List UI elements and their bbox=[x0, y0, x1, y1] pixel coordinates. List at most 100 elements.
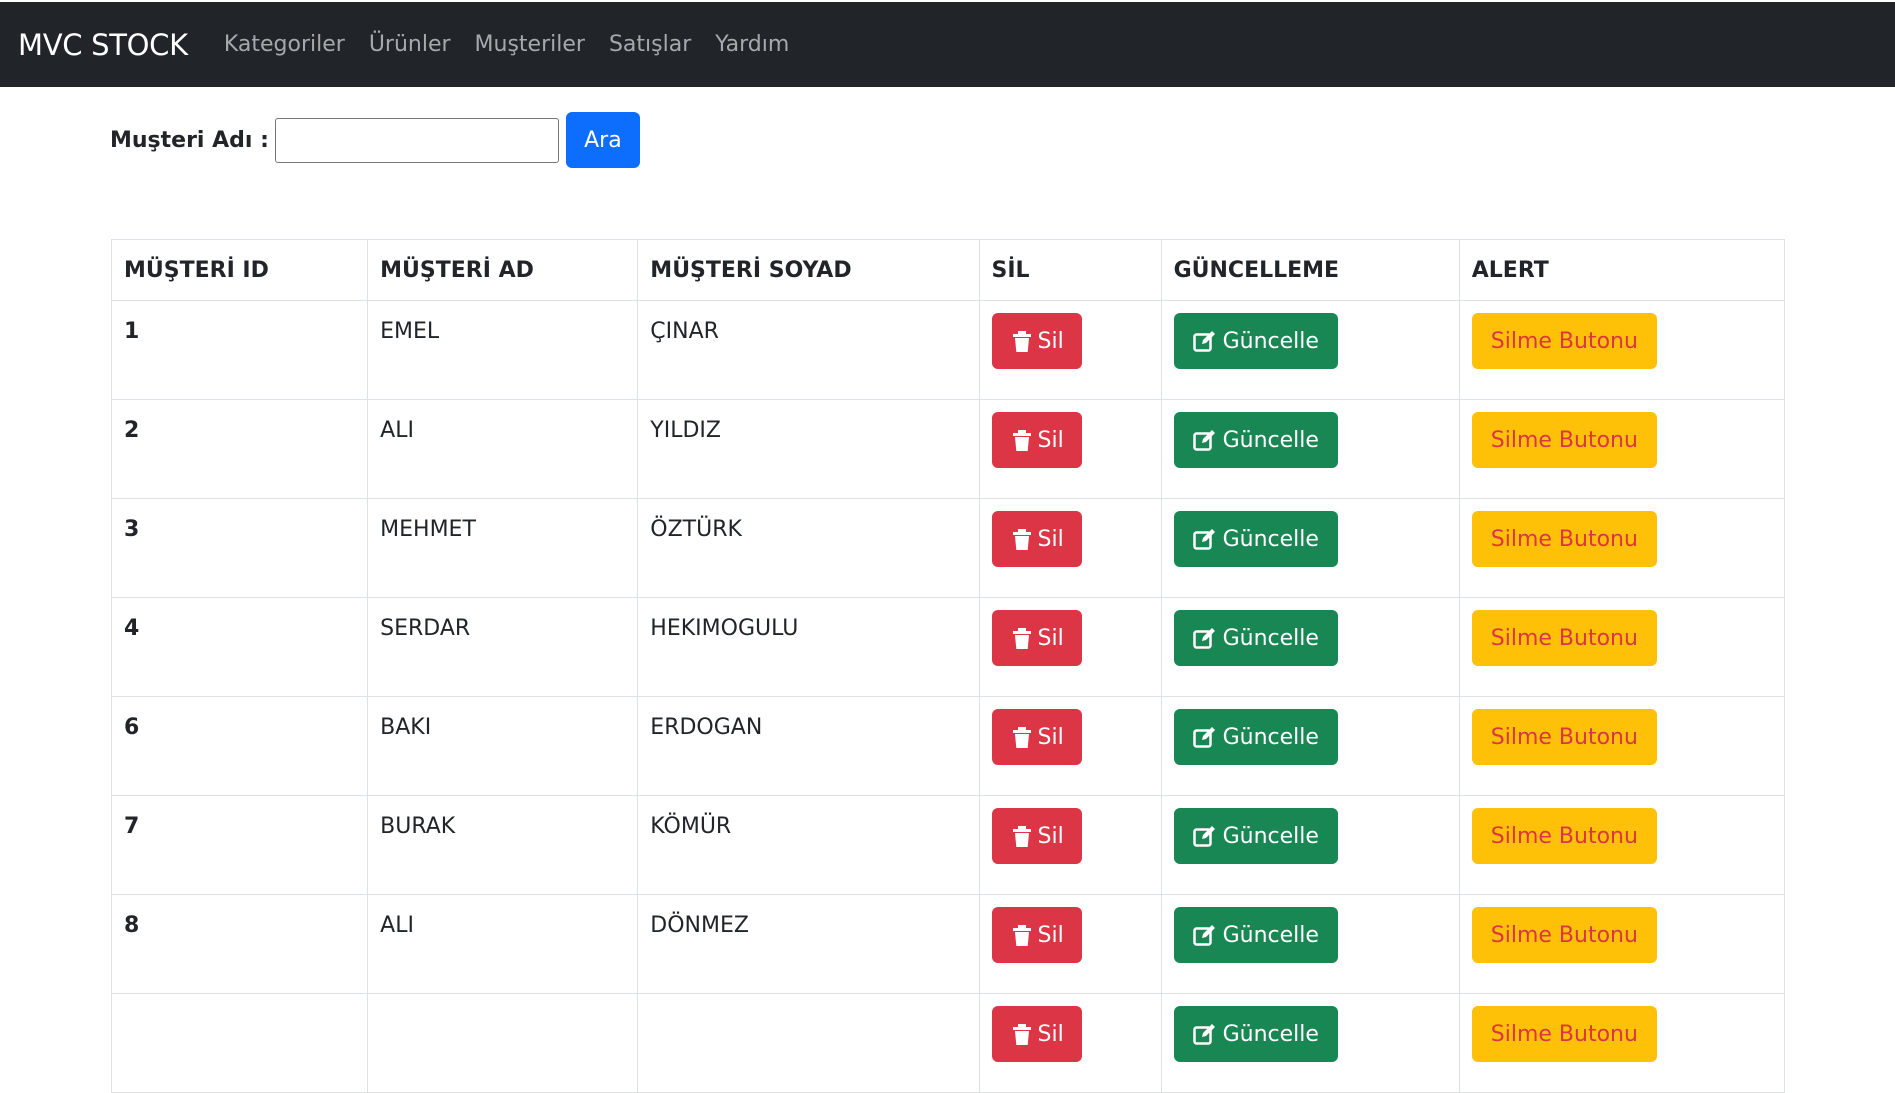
trash-icon bbox=[1012, 329, 1032, 353]
update-cell: Güncelle bbox=[1160, 498, 1460, 598]
alert-button-label: Silme Butonu bbox=[1490, 625, 1638, 651]
alert-button-label: Silme Butonu bbox=[1490, 427, 1638, 453]
alert-cell: Silme Butonu bbox=[1458, 795, 1786, 895]
table-body: 1 EMEL ÇINAR Sil Güncelle Silme Butonu 2 ALI YIL… bbox=[110, 300, 1786, 1093]
alert-delete-button[interactable]: Silme Butonu bbox=[1471, 412, 1657, 468]
delete-button-label: Sil bbox=[1037, 922, 1064, 948]
update-button[interactable]: Güncelle bbox=[1173, 808, 1338, 864]
update-button-label: Güncelle bbox=[1222, 922, 1319, 948]
header-delete: SİL bbox=[978, 239, 1162, 301]
header-update: GÜNCELLEME bbox=[1160, 239, 1460, 301]
nav-link-yardim[interactable]: Yardım bbox=[715, 32, 789, 57]
trash-icon bbox=[1012, 527, 1032, 551]
nav-link-urunler[interactable]: Ürünler bbox=[369, 32, 451, 57]
alert-delete-button[interactable]: Silme Butonu bbox=[1471, 511, 1657, 567]
alert-delete-button[interactable]: Silme Butonu bbox=[1471, 808, 1657, 864]
alert-delete-button[interactable]: Silme Butonu bbox=[1471, 313, 1657, 369]
delete-button[interactable]: Sil bbox=[991, 511, 1082, 567]
alert-cell: Silme Butonu bbox=[1458, 597, 1786, 697]
nav-link-satislar[interactable]: Satışlar bbox=[609, 32, 691, 57]
update-button-label: Güncelle bbox=[1222, 1021, 1319, 1047]
search-label: Muşteri Adı : bbox=[110, 127, 269, 153]
nav-link-kategoriler[interactable]: Kategoriler bbox=[224, 32, 345, 57]
customer-surname-cell: ÇINAR bbox=[637, 300, 980, 400]
alert-cell: Silme Butonu bbox=[1458, 696, 1786, 796]
customer-name-cell: EMEL bbox=[367, 300, 639, 400]
table-header-row: MÜŞTERİ ID MÜŞTERİ AD MÜŞTERİ SOYAD SİL … bbox=[110, 239, 1786, 301]
alert-button-label: Silme Butonu bbox=[1490, 526, 1638, 552]
customer-surname-cell: KÖMÜR bbox=[637, 795, 980, 895]
table-row: 6 BAKI ERDOGAN Sil Güncelle Silme Butonu bbox=[110, 696, 1786, 796]
customer-name-cell: ALI bbox=[367, 399, 639, 499]
alert-delete-button[interactable]: Silme Butonu bbox=[1471, 610, 1657, 666]
customer-name-cell bbox=[367, 993, 639, 1093]
table-row: 8 ALI DÖNMEZ Sil Güncelle Silme Butonu bbox=[110, 894, 1786, 994]
trash-icon bbox=[1012, 725, 1032, 749]
table-row: 7 BURAK KÖMÜR Sil Güncelle Silme Butonu bbox=[110, 795, 1786, 895]
alert-delete-button[interactable]: Silme Butonu bbox=[1471, 709, 1657, 765]
customer-name-input[interactable] bbox=[274, 117, 559, 163]
update-button-label: Güncelle bbox=[1222, 526, 1319, 552]
delete-cell: Sil bbox=[978, 795, 1162, 895]
table-row: Sil Güncelle Silme Butonu bbox=[110, 993, 1786, 1093]
edit-icon bbox=[1192, 1023, 1217, 1045]
delete-cell: Sil bbox=[978, 399, 1162, 499]
edit-icon bbox=[1192, 627, 1217, 649]
customer-name-cell: BAKI bbox=[367, 696, 639, 796]
delete-button-label: Sil bbox=[1037, 1021, 1064, 1047]
customer-name-cell: MEHMET bbox=[367, 498, 639, 598]
update-button[interactable]: Güncelle bbox=[1173, 511, 1338, 567]
nav-link-musteriler[interactable]: Muşteriler bbox=[475, 32, 585, 57]
customer-surname-cell: DÖNMEZ bbox=[637, 894, 980, 994]
delete-button[interactable]: Sil bbox=[991, 1006, 1082, 1062]
update-button[interactable]: Güncelle bbox=[1173, 610, 1338, 666]
customer-name-cell: SERDAR bbox=[367, 597, 639, 697]
customer-surname-cell: ÖZTÜRK bbox=[637, 498, 980, 598]
update-button[interactable]: Güncelle bbox=[1173, 412, 1338, 468]
delete-cell: Sil bbox=[978, 300, 1162, 400]
customer-id-cell: 6 bbox=[110, 696, 369, 796]
search-button[interactable]: Ara bbox=[565, 112, 640, 168]
header-customer-id: MÜŞTERİ ID bbox=[110, 239, 369, 301]
alert-button-label: Silme Butonu bbox=[1490, 1021, 1638, 1047]
customer-surname-cell bbox=[637, 993, 980, 1093]
trash-icon bbox=[1012, 626, 1032, 650]
delete-button-label: Sil bbox=[1037, 724, 1064, 750]
table-row: 4 SERDAR HEKIMOGULU Sil Güncelle Silme Butonu bbox=[110, 597, 1786, 697]
customer-id-cell: 8 bbox=[110, 894, 369, 994]
edit-icon bbox=[1192, 825, 1217, 847]
alert-button-label: Silme Butonu bbox=[1490, 328, 1638, 354]
delete-button[interactable]: Sil bbox=[991, 709, 1082, 765]
update-cell: Güncelle bbox=[1160, 597, 1460, 697]
search-form: Muşteri Adı : Ara bbox=[110, 111, 640, 169]
update-button[interactable]: Güncelle bbox=[1173, 709, 1338, 765]
delete-button[interactable]: Sil bbox=[991, 412, 1082, 468]
customer-surname-cell: YILDIZ bbox=[637, 399, 980, 499]
header-customer-surname: MÜŞTERİ SOYAD bbox=[637, 239, 980, 301]
delete-cell: Sil bbox=[978, 597, 1162, 697]
update-cell: Güncelle bbox=[1160, 795, 1460, 895]
brand-link[interactable]: MVC STOCK bbox=[18, 28, 188, 62]
nav-links: Kategoriler Ürünler Muşteriler Satışlar … bbox=[224, 32, 813, 57]
trash-icon bbox=[1012, 824, 1032, 848]
delete-button[interactable]: Sil bbox=[991, 907, 1082, 963]
alert-button-label: Silme Butonu bbox=[1490, 724, 1638, 750]
alert-cell: Silme Butonu bbox=[1458, 399, 1786, 499]
alert-button-label: Silme Butonu bbox=[1490, 922, 1638, 948]
customer-id-cell: 1 bbox=[110, 300, 369, 400]
alert-delete-button[interactable]: Silme Butonu bbox=[1471, 907, 1657, 963]
alert-delete-button[interactable]: Silme Butonu bbox=[1471, 1006, 1657, 1062]
customer-id-cell: 4 bbox=[110, 597, 369, 697]
navbar: MVC STOCK Kategoriler Ürünler Muşteriler… bbox=[0, 0, 1895, 87]
update-button[interactable]: Güncelle bbox=[1173, 907, 1338, 963]
update-button[interactable]: Güncelle bbox=[1173, 1006, 1338, 1062]
update-button[interactable]: Güncelle bbox=[1173, 313, 1338, 369]
delete-button[interactable]: Sil bbox=[991, 610, 1082, 666]
update-cell: Güncelle bbox=[1160, 993, 1460, 1093]
delete-button[interactable]: Sil bbox=[991, 808, 1082, 864]
update-button-label: Güncelle bbox=[1222, 724, 1319, 750]
update-cell: Güncelle bbox=[1160, 300, 1460, 400]
update-cell: Güncelle bbox=[1160, 894, 1460, 994]
delete-button[interactable]: Sil bbox=[991, 313, 1082, 369]
alert-button-label: Silme Butonu bbox=[1490, 823, 1638, 849]
